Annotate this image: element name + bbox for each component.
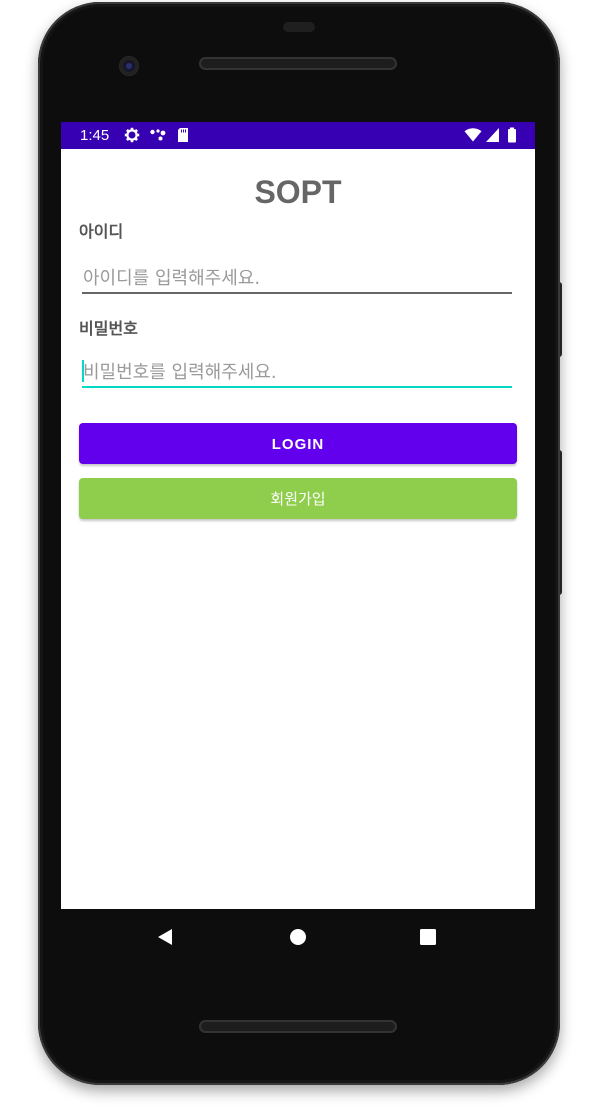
- back-icon: [158, 929, 172, 945]
- bottom-speaker-grille: [199, 1020, 397, 1033]
- gear-icon: [124, 127, 140, 143]
- id-label: 아이디: [79, 222, 124, 241]
- signup-button[interactable]: 회원가입: [79, 478, 517, 519]
- home-icon: [290, 929, 306, 945]
- login-button[interactable]: LOGIN: [79, 423, 517, 464]
- app-title: SOPT: [254, 174, 342, 210]
- home-button[interactable]: [284, 923, 312, 951]
- id-input[interactable]: [82, 260, 513, 296]
- password-input-underline: [82, 386, 512, 388]
- back-button[interactable]: [151, 923, 179, 951]
- recents-button[interactable]: [414, 923, 442, 951]
- top-speaker-grille: [199, 57, 397, 70]
- sd-card-icon: [178, 128, 188, 142]
- status-bar: 1:45: [61, 122, 535, 149]
- text-cursor: [82, 360, 84, 382]
- front-camera-icon: [120, 57, 138, 75]
- id-input-underline: [82, 292, 512, 294]
- battery-icon: [508, 127, 516, 143]
- recents-icon: [420, 929, 436, 945]
- proximity-sensor: [283, 22, 315, 32]
- assistant-dots-icon: [150, 129, 166, 141]
- app-screen: 1:45 SOPT 아이디 아이디를 입력해주세요. 비밀번호 LOGIN 회원…: [61, 122, 535, 909]
- navigation-bar: [61, 909, 535, 965]
- password-label: 비밀번호: [79, 319, 138, 338]
- signal-icon: [486, 128, 499, 142]
- device-frame-stage: 1:45 SOPT 아이디 아이디를 입력해주세요. 비밀번호 LOGIN 회원…: [0, 0, 600, 1110]
- wifi-icon: [464, 128, 482, 142]
- status-time: 1:45: [80, 127, 110, 144]
- password-input[interactable]: [82, 354, 513, 390]
